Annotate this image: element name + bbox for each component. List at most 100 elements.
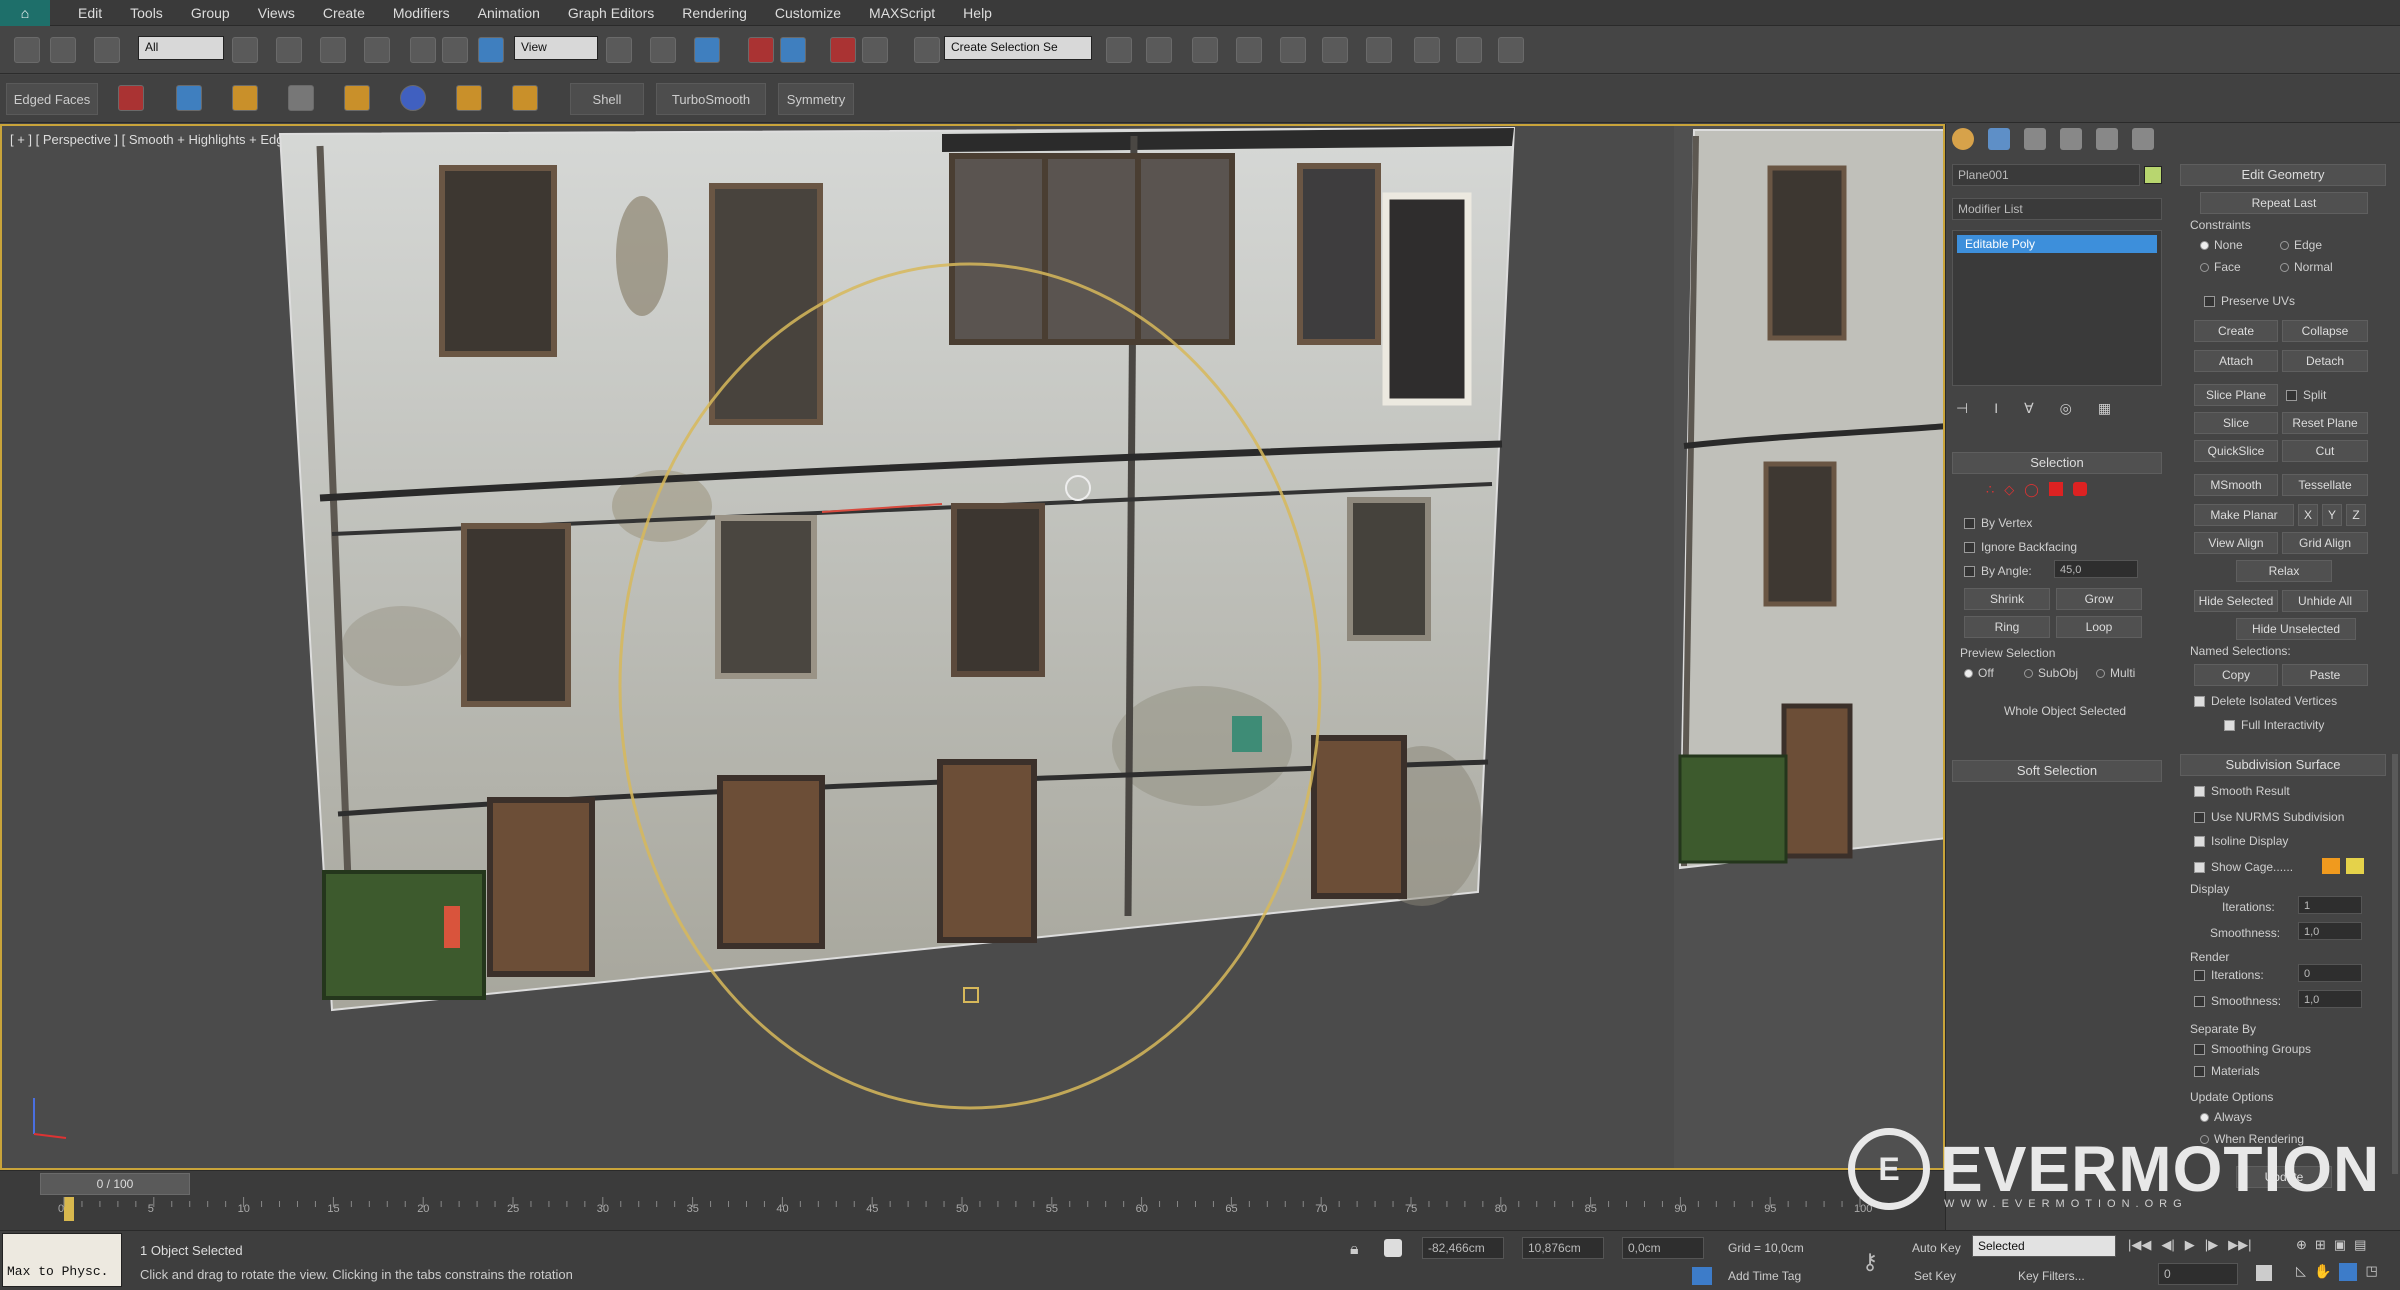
percent-snap-icon[interactable] — [830, 37, 856, 63]
next-frame-icon[interactable]: |▶ — [2205, 1237, 2218, 1253]
select-object-icon[interactable] — [232, 37, 258, 63]
hierarchy-tab-icon[interactable] — [2024, 128, 2046, 150]
grid-align-button[interactable]: Grid Align — [2282, 532, 2368, 554]
key-mode-dropdown[interactable]: Selected — [1972, 1235, 2116, 1257]
key-icon[interactable]: ⚷ — [1862, 1249, 1878, 1275]
field-of-view-icon[interactable]: ◺ — [2296, 1263, 2306, 1281]
render-setup-icon[interactable] — [1414, 37, 1440, 63]
keyboard-shortcut-icon[interactable] — [694, 37, 720, 63]
preview-multi-radio[interactable]: Multi — [2096, 666, 2135, 680]
split-row[interactable]: Split — [2286, 388, 2326, 402]
soft-selection-rollout-header[interactable]: Soft Selection — [1952, 760, 2162, 782]
spinner-snap-icon[interactable] — [862, 37, 888, 63]
render-production-icon[interactable] — [1498, 37, 1524, 63]
use-nurms-row[interactable]: Use NURMS Subdivision — [2194, 810, 2344, 824]
loop-button[interactable]: Loop — [2056, 616, 2142, 638]
copy-button[interactable]: Copy — [2194, 664, 2278, 686]
constraint-face-radio[interactable]: Face — [2200, 260, 2241, 274]
timeline[interactable]: 0 / 100 0 5 10 15 20 25 30 35 40 45 50 55 60 65 70 75 80… — [0, 1170, 1945, 1230]
play-icon[interactable]: ▶ — [2185, 1237, 2195, 1253]
object-icon-a[interactable] — [456, 85, 482, 111]
previous-frame-icon[interactable]: ◀| — [2161, 1237, 2174, 1253]
time-config-icon[interactable] — [2256, 1265, 2272, 1281]
unhide-all-button[interactable]: Unhide All — [2282, 590, 2368, 612]
make-unique-icon[interactable]: ∀ — [2024, 400, 2034, 420]
orbit-icon[interactable] — [2339, 1263, 2358, 1281]
selection-filter-dropdown[interactable]: All — [138, 36, 224, 60]
ring-button[interactable]: Ring — [1964, 616, 2050, 638]
materials-row[interactable]: Materials — [2194, 1064, 2260, 1078]
display-tab-icon[interactable] — [2096, 128, 2118, 150]
planar-x-button[interactable]: X — [2298, 504, 2318, 526]
go-to-end-icon[interactable]: ▶▶| — [2228, 1237, 2251, 1253]
cage-selected-color-swatch[interactable] — [2346, 858, 2364, 874]
show-cage-row[interactable]: Show Cage...... — [2194, 860, 2293, 874]
select-by-name-icon[interactable] — [276, 37, 302, 63]
collapse-button[interactable]: Collapse — [2282, 320, 2368, 342]
secondary-viewport[interactable] — [1674, 126, 1943, 1168]
smoothing-groups-row[interactable]: Smoothing Groups — [2194, 1042, 2311, 1056]
rotate-icon[interactable] — [442, 37, 468, 63]
vertex-mode-icon[interactable]: ∴ — [1986, 482, 1994, 498]
constraint-none-radio[interactable]: None — [2200, 238, 2243, 252]
time-slider[interactable]: 0 / 100 — [40, 1173, 190, 1195]
object-icon-b[interactable] — [512, 85, 538, 111]
configure-modifier-icon[interactable]: ▦ — [2098, 400, 2111, 420]
tessellate-button[interactable]: Tessellate — [2282, 474, 2368, 496]
maxscript-listener[interactable]: Max to Physc. — [2, 1233, 122, 1287]
isoline-display-row[interactable]: Isoline Display — [2194, 834, 2288, 848]
msmooth-button[interactable]: MSmooth — [2194, 474, 2278, 496]
perspective-viewport[interactable]: [ + ] [ Perspective ] [ Smooth + Highlig… — [0, 124, 1945, 1170]
pivot-center-icon[interactable] — [606, 37, 632, 63]
delete-isolated-row[interactable]: Delete Isolated Vertices — [2194, 694, 2337, 708]
symmetry-button[interactable]: Symmetry — [778, 83, 854, 115]
light-icon[interactable] — [344, 85, 370, 111]
snaps-toggle-icon[interactable] — [748, 37, 774, 63]
menu-views[interactable]: Views — [258, 5, 295, 21]
polygon-mode-icon[interactable] — [2048, 482, 2063, 496]
menu-animation[interactable]: Animation — [478, 5, 540, 21]
reference-coordinate-dropdown[interactable]: View — [514, 36, 598, 60]
subdivision-rollout-header[interactable]: Subdivision Surface — [2180, 754, 2386, 776]
cut-button[interactable]: Cut — [2282, 440, 2368, 462]
menu-customize[interactable]: Customize — [775, 5, 841, 21]
zoom-extents-all-icon[interactable]: ▤ — [2354, 1237, 2366, 1253]
display-iterations-spinner[interactable]: 1 — [2298, 896, 2362, 914]
repeat-last-button[interactable]: Repeat Last — [2200, 192, 2368, 214]
menu-create[interactable]: Create — [323, 5, 365, 21]
slice-button[interactable]: Slice — [2194, 412, 2278, 434]
slice-plane-button[interactable]: Slice Plane — [2194, 384, 2278, 406]
schematic-view-icon[interactable] — [1322, 37, 1348, 63]
shell-button[interactable]: Shell — [570, 83, 644, 115]
cage-color-swatch[interactable] — [2322, 858, 2340, 874]
grow-button[interactable]: Grow — [2056, 588, 2142, 610]
stack-item-editable-poly[interactable]: Editable Poly — [1957, 235, 2157, 253]
time-tag-icon[interactable] — [1692, 1267, 1712, 1285]
modify-tab-icon[interactable] — [1988, 128, 2010, 150]
window-crossing-icon[interactable] — [364, 37, 390, 63]
edit-geometry-rollout-header[interactable]: Edit Geometry — [2180, 164, 2386, 186]
angle-snap-icon[interactable] — [780, 37, 806, 63]
remove-modifier-icon[interactable]: ◎ — [2060, 400, 2072, 420]
object-name-field[interactable]: Plane001 — [1952, 164, 2140, 186]
hide-unselected-button[interactable]: Hide Unselected — [2236, 618, 2356, 640]
command-panel-scrollbar[interactable] — [2392, 754, 2398, 1174]
object-color-swatch[interactable] — [2144, 166, 2162, 184]
motion-tab-icon[interactable] — [2060, 128, 2082, 150]
modifier-list-dropdown[interactable]: Modifier List — [1952, 198, 2162, 220]
make-planar-button[interactable]: Make Planar — [2194, 504, 2294, 526]
render-smoothness-spinner[interactable]: 1,0 — [2298, 990, 2362, 1008]
rectangular-selection-icon[interactable] — [320, 37, 346, 63]
rendered-frame-icon[interactable] — [1456, 37, 1482, 63]
create-button[interactable]: Create — [2194, 320, 2278, 342]
constraint-normal-radio[interactable]: Normal — [2280, 260, 2333, 274]
planar-y-button[interactable]: Y — [2322, 504, 2342, 526]
current-frame-field[interactable]: 0 — [2158, 1263, 2238, 1285]
preview-subobj-radio[interactable]: SubObj — [2024, 666, 2078, 680]
smooth-result-row[interactable]: Smooth Result — [2194, 784, 2290, 798]
scale-icon[interactable] — [478, 37, 504, 63]
menu-graph-editors[interactable]: Graph Editors — [568, 5, 654, 21]
graphite-tools-icon[interactable] — [1236, 37, 1262, 63]
maximize-viewport-icon[interactable]: ◳ — [2365, 1263, 2377, 1281]
render-iterations-row[interactable]: Iterations: — [2194, 968, 2264, 982]
